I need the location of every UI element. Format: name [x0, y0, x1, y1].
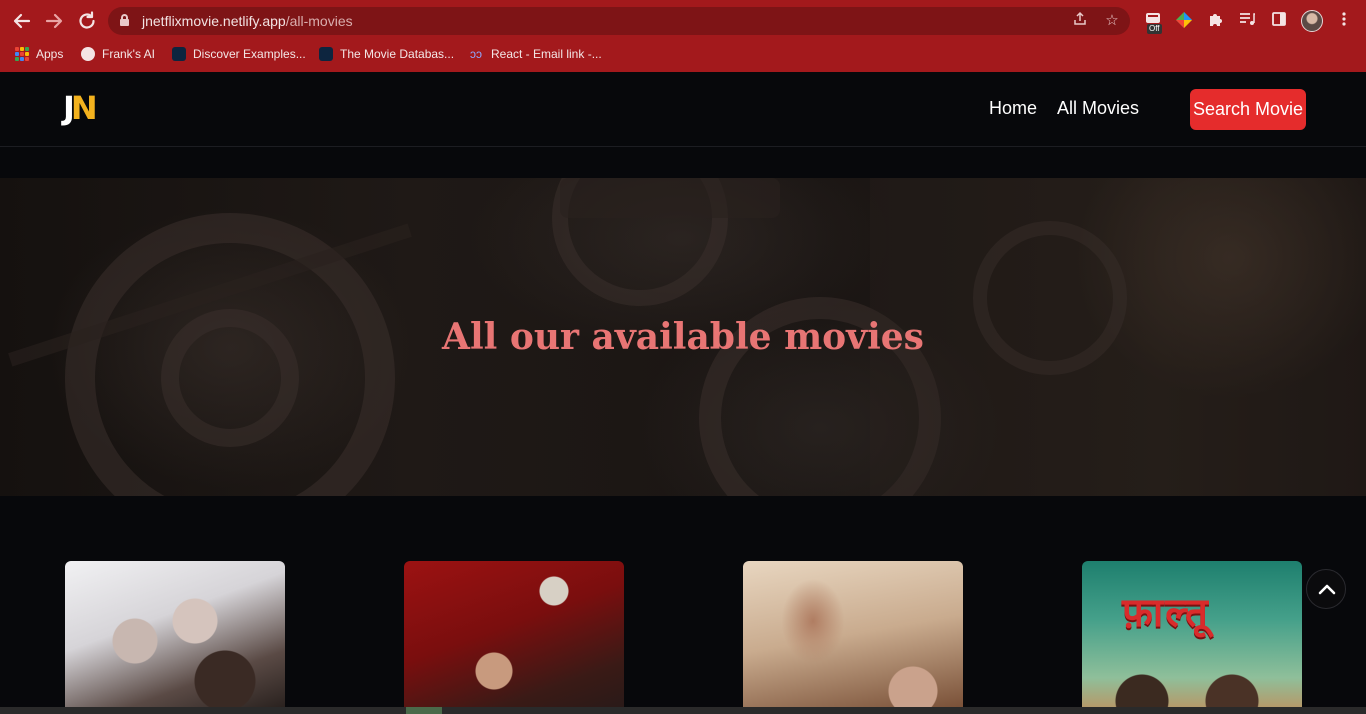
profile-avatar[interactable] [1301, 10, 1323, 32]
react-link-icon: ↄↄ [470, 47, 482, 61]
page: JN Home All Movies Search Movie All our … [0, 72, 1366, 714]
menu-kebab-icon[interactable] [1334, 11, 1354, 31]
address-bar[interactable]: jnetflixmovie.netlify.app/all-movies ☆ [108, 7, 1130, 35]
share-icon[interactable] [1070, 11, 1090, 31]
nav-all-movies[interactable]: All Movies [1057, 98, 1139, 119]
movie-card[interactable]: फ़ाल्तू [1082, 561, 1302, 707]
bookmark-discover-examples[interactable]: Discover Examples... [172, 45, 306, 63]
taskbar-strip [0, 707, 1366, 714]
globe-icon [81, 47, 95, 61]
bookmark-movie-database[interactable]: The Movie Databas... [319, 45, 454, 63]
star-icon[interactable]: ☆ [1102, 11, 1122, 31]
bookmark-apps[interactable]: Apps [15, 45, 63, 63]
movie-card[interactable] [743, 561, 963, 707]
site-header: JN Home All Movies Search Movie [0, 72, 1366, 147]
chevron-up-icon [1318, 584, 1336, 595]
lock-icon[interactable] [120, 14, 129, 26]
site-logo[interactable]: JN [63, 92, 98, 124]
bookmark-franks-ai[interactable]: Frank's AI [81, 45, 155, 63]
movie-card[interactable] [404, 561, 624, 707]
tmdb-icon [172, 47, 186, 61]
browser-chrome: jnetflixmovie.netlify.app/all-movies ☆ O… [0, 0, 1366, 72]
search-movie-button[interactable]: Search Movie [1190, 89, 1306, 130]
back-icon[interactable] [10, 9, 34, 33]
puzzle-icon[interactable] [1206, 11, 1226, 31]
apps-grid-icon [15, 47, 29, 61]
side-panel-icon[interactable] [1269, 11, 1289, 31]
media-playlist-icon[interactable] [1237, 11, 1257, 31]
forward-icon[interactable] [42, 9, 66, 33]
hero-banner: All our available movies [0, 178, 1366, 496]
color-extension-icon[interactable] [1174, 11, 1194, 31]
browser-toolbar: jnetflixmovie.netlify.app/all-movies ☆ O… [0, 0, 1366, 42]
extension-off-badge: Off [1147, 24, 1162, 34]
page-title: All our available movies [442, 316, 924, 358]
scroll-to-top-button[interactable] [1306, 569, 1346, 609]
bookmarks-bar: Apps Frank's AI Discover Examples... The… [0, 42, 1366, 64]
movie-grid: फ़ाल्तू [0, 561, 1366, 714]
url-text: jnetflixmovie.netlify.app/all-movies [142, 13, 353, 29]
bookmark-react-email[interactable]: ↄↄ React - Email link -... [470, 45, 602, 63]
poster-title-art: फ़ाल्तू [1122, 589, 1210, 636]
tmdb-icon [319, 47, 333, 61]
reload-icon[interactable] [75, 9, 99, 33]
nav-home[interactable]: Home [989, 98, 1037, 119]
movie-card[interactable] [65, 561, 285, 707]
